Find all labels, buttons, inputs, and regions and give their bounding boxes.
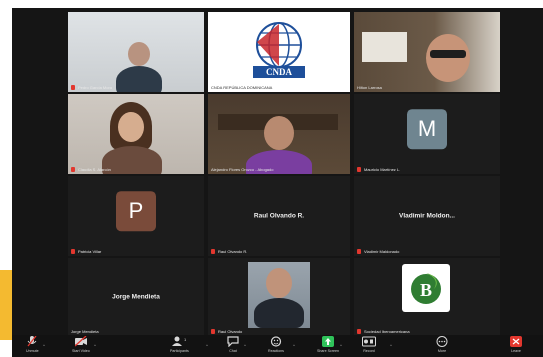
gallery-view: Pedro García Mora CNDA CNDA REPÚBLICA DO… xyxy=(68,10,500,340)
participant-name: Raul Olvando R. xyxy=(211,249,247,254)
avatar: P xyxy=(116,191,156,232)
video-off-icon xyxy=(74,336,87,347)
svg-text:B: B xyxy=(420,280,432,300)
participant-name: Hilton Larrosa xyxy=(357,85,382,90)
video-label: Start Video xyxy=(72,349,90,353)
mic-off-icon xyxy=(27,336,37,347)
meeting-controls-toolbar: Unmute ^ Start Video ^ 14 Participants ^… xyxy=(12,335,543,357)
mic-muted-icon xyxy=(211,329,215,334)
avatar: M xyxy=(407,109,447,150)
participant-name: Alejandro Flores Orozco - Abogado xyxy=(211,167,274,172)
mic-muted-icon xyxy=(211,249,215,254)
mic-muted-icon xyxy=(357,249,361,254)
participant-tile[interactable]: Vladimir Moldon... Vladimir Maldonado xyxy=(354,176,500,256)
person-head xyxy=(426,34,470,82)
participant-tile[interactable]: B Sociedad Iberoamericana xyxy=(354,258,500,336)
record-options-chevron-icon[interactable]: ^ xyxy=(390,343,392,348)
person-head xyxy=(266,268,292,298)
participant-name: Raul Olvando xyxy=(211,329,242,334)
svg-text:14: 14 xyxy=(184,337,186,342)
participant-tile-active-speaker[interactable]: Alejandro Flores Orozco - Abogado xyxy=(208,94,350,174)
share-screen-icon xyxy=(321,336,334,347)
participant-tile[interactable]: Pedro García Mora xyxy=(68,12,204,92)
participant-tile[interactable]: CNDA CNDA REPÚBLICA DOMINICANA xyxy=(208,12,350,92)
person-body xyxy=(102,146,162,174)
leave-label: Leave xyxy=(511,349,521,353)
share-screen-button[interactable]: Share Screen xyxy=(317,336,339,353)
person-body xyxy=(254,298,304,328)
cnda-logo-icon: CNDA xyxy=(253,22,305,78)
record-label: Record xyxy=(363,349,375,353)
reactions-options-chevron-icon[interactable]: ^ xyxy=(293,343,295,348)
more-icon xyxy=(436,336,448,347)
participant-name: Pedro García Mora xyxy=(71,85,112,90)
participant-tile[interactable]: Hilton Larrosa xyxy=(354,12,500,92)
society-logo-icon: B xyxy=(411,273,441,304)
svg-text:CNDA: CNDA xyxy=(266,67,292,77)
glasses-icon xyxy=(430,50,466,58)
reactions-icon xyxy=(270,336,282,347)
mute-options-chevron-icon[interactable]: ^ xyxy=(43,343,45,348)
bookshelf-area xyxy=(362,32,407,62)
chat-options-chevron-icon[interactable]: ^ xyxy=(244,343,246,348)
participant-tile[interactable]: Claudia S. Alarcón xyxy=(68,94,204,174)
mic-muted-icon xyxy=(71,167,75,172)
mic-muted-icon xyxy=(357,329,361,334)
chat-icon xyxy=(227,336,239,347)
mic-muted-icon xyxy=(71,85,75,90)
chat-label: Chat xyxy=(229,349,237,353)
participants-button[interactable]: 14 Participants xyxy=(170,336,189,353)
participant-display-name: Raul Olvando R. xyxy=(253,212,305,220)
more-label: More xyxy=(437,349,447,353)
participant-name: CNDA REPÚBLICA DOMINICANA xyxy=(211,85,273,90)
participant-display-name: Jorge Mendieta xyxy=(112,293,160,301)
more-button[interactable]: More xyxy=(436,336,448,353)
participant-display-name: Vladimir Moldon... xyxy=(399,212,455,220)
participant-name: Sociedad Iberoamericana xyxy=(357,329,410,334)
mute-label: Unmute xyxy=(26,349,39,353)
leave-button[interactable]: Leave xyxy=(510,336,522,353)
video-options-chevron-icon[interactable]: ^ xyxy=(94,343,96,348)
participant-name: Claudia S. Alarcón xyxy=(71,167,111,172)
person-face xyxy=(118,112,144,142)
participant-tile[interactable]: M Mauricio Martínez L. xyxy=(354,94,500,174)
participant-name: Jorge Mendieta xyxy=(71,329,99,334)
person-body xyxy=(116,66,162,92)
leave-icon xyxy=(510,336,522,347)
participant-tile[interactable]: Raul Olvando R. Raul Olvando R. xyxy=(208,176,350,256)
person-head xyxy=(264,116,294,150)
record-button[interactable]: Record xyxy=(362,336,376,353)
share-screen-label: Share Screen xyxy=(317,349,339,353)
participants-icon: 14 xyxy=(172,336,186,346)
participant-name: Mauricio Martínez L. xyxy=(357,167,400,172)
participants-options-chevron-icon[interactable]: ^ xyxy=(206,343,208,348)
mic-muted-icon xyxy=(357,167,361,172)
participant-tile[interactable]: P Patricia Villar xyxy=(68,176,204,256)
share-options-chevron-icon[interactable]: ^ xyxy=(340,343,342,348)
reactions-label: Reactions xyxy=(268,349,284,353)
participant-tile[interactable]: Jorge Mendieta Jorge Mendieta xyxy=(68,258,204,336)
chat-button[interactable]: Chat xyxy=(227,336,239,353)
mic-muted-icon xyxy=(71,249,75,254)
screenshot-frame: Pedro García Mora CNDA CNDA REPÚBLICA DO… xyxy=(0,0,543,357)
zoom-meeting-window: Pedro García Mora CNDA CNDA REPÚBLICA DO… xyxy=(12,8,543,357)
person-head xyxy=(128,42,150,66)
participant-name: Patricia Villar xyxy=(71,249,101,254)
record-icon xyxy=(362,336,376,347)
participant-name: Vladimir Maldonado xyxy=(357,249,399,254)
participant-tile[interactable]: Raul Olvando xyxy=(208,258,350,336)
mute-button[interactable]: Unmute xyxy=(26,336,39,353)
reactions-button[interactable]: Reactions xyxy=(268,336,284,353)
video-button[interactable]: Start Video xyxy=(72,336,90,353)
participants-label: Participants xyxy=(170,349,189,353)
